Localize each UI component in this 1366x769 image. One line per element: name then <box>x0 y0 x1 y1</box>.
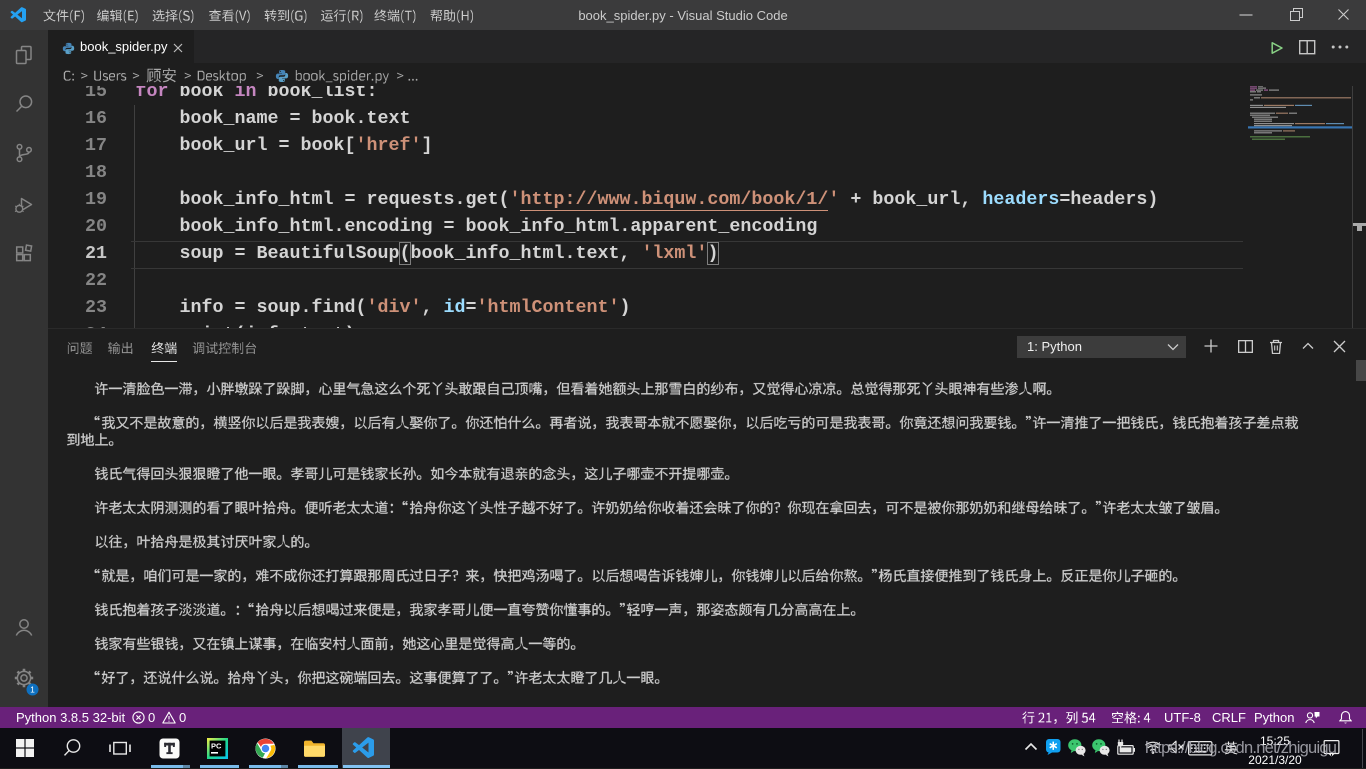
svg-text:PC: PC <box>211 742 222 751</box>
svg-text:1: 1 <box>30 685 35 695</box>
